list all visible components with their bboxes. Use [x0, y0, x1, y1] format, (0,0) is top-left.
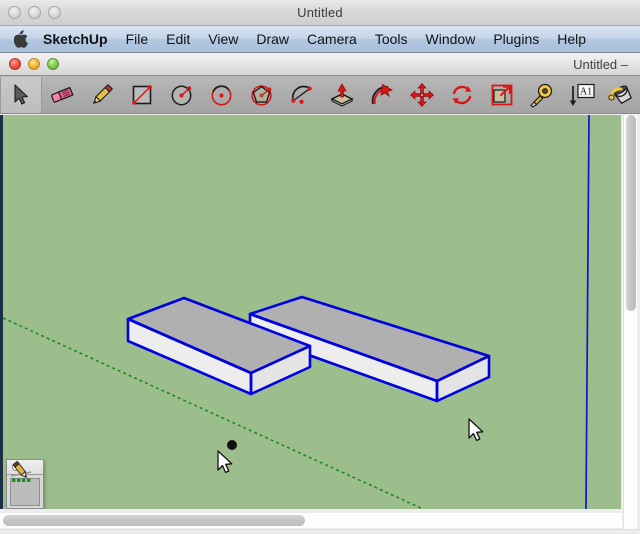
push-pull-icon [328, 82, 356, 108]
tape-measure-tool[interactable] [522, 77, 562, 113]
vertical-scrollbar[interactable] [623, 115, 637, 534]
menu-item-view[interactable]: View [199, 26, 247, 52]
pencil-icon [89, 82, 115, 108]
document-minimize-button[interactable] [28, 58, 40, 70]
menu-item-file[interactable]: File [117, 26, 158, 52]
horizontal-scrollbar-thumb[interactable] [3, 515, 305, 526]
os-window-title: Untitled [0, 0, 640, 26]
text-a1-icon: A1 [568, 82, 596, 108]
follow-me-icon [368, 82, 396, 108]
document-traffic-lights [9, 58, 59, 70]
svg-text:A1: A1 [580, 86, 592, 97]
scale-tool[interactable] [482, 77, 522, 113]
arc-tool[interactable] [202, 77, 242, 113]
cursor-secondary [469, 419, 483, 440]
mac-menubar: SketchUp File Edit View Draw Camera Tool… [0, 26, 640, 53]
model-viewport[interactable] [0, 115, 621, 509]
apple-icon[interactable] [14, 30, 29, 48]
tape-measure-icon [528, 82, 556, 108]
document-title: Untitled – [573, 53, 628, 76]
move-tool[interactable] [402, 77, 442, 113]
main-toolbar: A1 [0, 76, 640, 114]
rotate-arrows-icon [449, 82, 475, 108]
eraser-tool[interactable] [42, 77, 82, 113]
menu-item-edit[interactable]: Edit [157, 26, 199, 52]
text-tool[interactable]: A1 [562, 77, 602, 113]
rectangle-tool[interactable] [122, 77, 162, 113]
menu-item-camera[interactable]: Camera [298, 26, 366, 52]
paint-bucket-tool[interactable] [602, 77, 640, 113]
circle-icon [169, 82, 195, 108]
blue-axis-line [586, 115, 589, 509]
menu-item-draw[interactable]: Draw [247, 26, 298, 52]
arrow-cursor-icon [10, 83, 32, 107]
model-scene [3, 115, 621, 509]
horizontal-scrollbar[interactable] [0, 513, 622, 528]
document-close-button[interactable] [9, 58, 21, 70]
menu-item-help[interactable]: Help [548, 26, 595, 52]
line-tool[interactable] [82, 77, 122, 113]
line-tool-palette[interactable] [6, 459, 44, 509]
cursor-primary [218, 451, 232, 472]
document-titlebar: Untitled – [0, 53, 640, 76]
followme-tool[interactable] [362, 77, 402, 113]
freehand-arc-tool[interactable] [282, 77, 322, 113]
menu-item-tools[interactable]: Tools [366, 26, 417, 52]
window-bottom-edge [0, 529, 640, 534]
rotate-tool[interactable] [442, 77, 482, 113]
document-zoom-button[interactable] [47, 58, 59, 70]
arc-freehand-icon [289, 82, 315, 108]
eraser-icon [48, 83, 76, 107]
polygon-tool[interactable] [242, 77, 282, 113]
select-tool[interactable] [0, 77, 42, 113]
move-arrows-icon [409, 82, 435, 108]
menu-item-window[interactable]: Window [417, 26, 485, 52]
sketchup-document-window: Untitled – [0, 53, 640, 534]
palette-tool-slot[interactable] [10, 478, 40, 506]
os-window-titlebar: Untitled [0, 0, 640, 26]
vertical-scrollbar-thumb[interactable] [626, 115, 636, 311]
rectangle-icon [129, 82, 155, 108]
endpoint-marker [227, 440, 237, 450]
paint-bucket-icon [608, 82, 636, 108]
scale-box-icon [489, 82, 515, 108]
menu-item-plugins[interactable]: Plugins [484, 26, 548, 52]
arc-circle-icon [209, 82, 235, 108]
circle-tool[interactable] [162, 77, 202, 113]
sketchup-application-window: Untitled SketchUp File Edit View Draw Ca… [0, 0, 640, 534]
pushpull-tool[interactable] [322, 77, 362, 113]
menu-item-sketchup[interactable]: SketchUp [43, 26, 117, 52]
polygon-icon [249, 82, 275, 108]
